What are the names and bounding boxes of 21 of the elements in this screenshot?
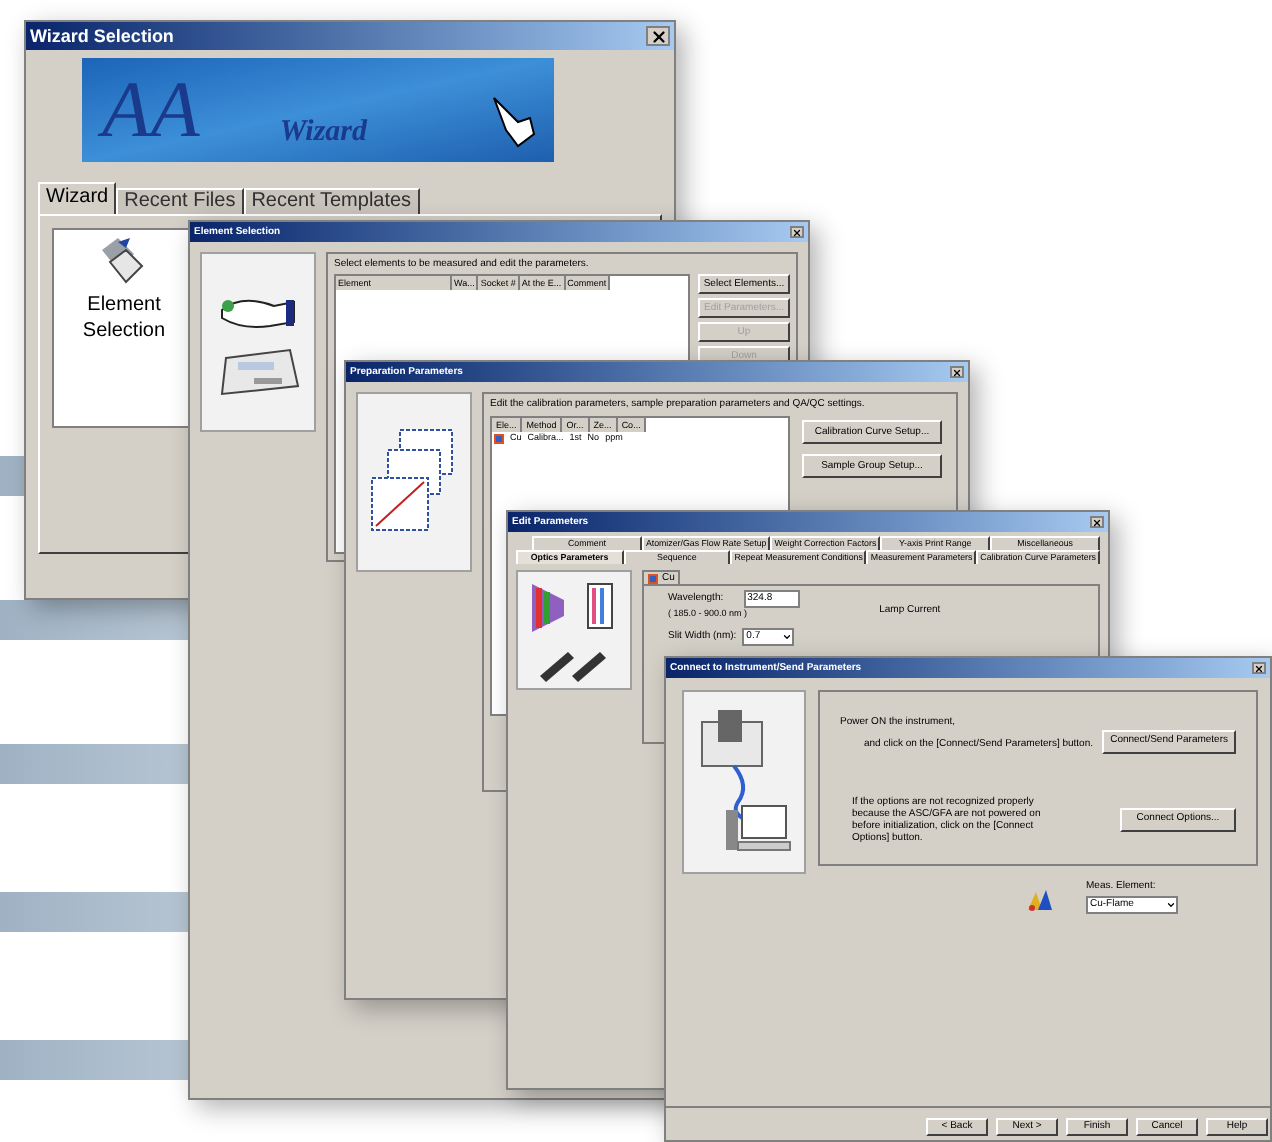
tab[interactable]: Recent Files	[116, 188, 244, 214]
close-icon	[1092, 517, 1102, 527]
tab[interactable]: Wizard	[38, 182, 117, 214]
window-title: Wizard Selection	[30, 27, 174, 45]
close-button[interactable]	[646, 26, 670, 46]
logo-text: AA	[102, 70, 200, 150]
banner-subtitle: Wizard	[279, 117, 367, 147]
close-button[interactable]	[1252, 662, 1266, 674]
close-icon	[1254, 663, 1264, 673]
close-icon	[649, 27, 667, 45]
hand-pointer-icon	[490, 94, 538, 150]
dropdown-icon	[782, 631, 793, 641]
application-logo-icon	[1026, 888, 1054, 912]
close-button[interactable]	[950, 366, 964, 378]
close-icon	[952, 367, 962, 377]
item-label[interactable]: Element Selection	[58, 294, 190, 344]
close-icon	[792, 227, 802, 237]
dropdown-icon	[1166, 900, 1176, 910]
close-button[interactable]	[790, 226, 804, 238]
close-button[interactable]	[1090, 516, 1104, 528]
tab[interactable]: Recent Templates	[243, 188, 420, 214]
